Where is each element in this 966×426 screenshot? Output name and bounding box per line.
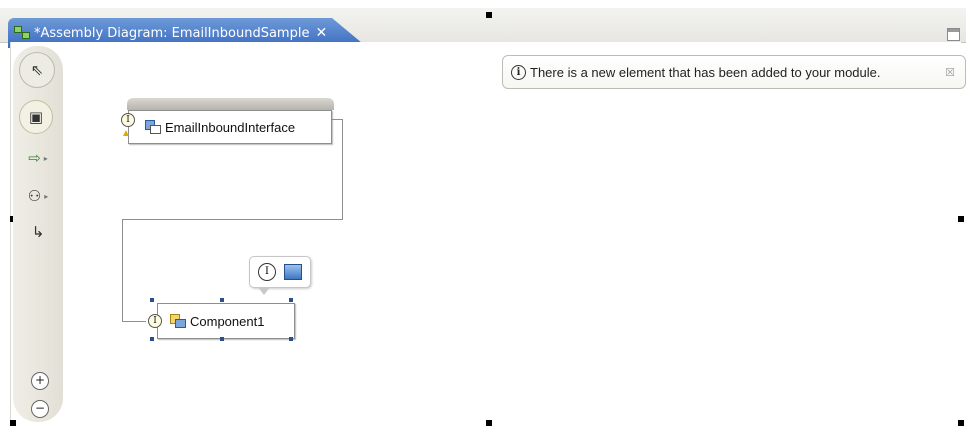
new-element-notification: i There is a new element that has been a… (502, 55, 966, 89)
export-icon (145, 120, 161, 134)
selection-handle[interactable] (220, 298, 224, 302)
zoom-out-icon[interactable]: − (31, 400, 49, 418)
notification-text: There is a new element that has been add… (530, 64, 881, 80)
component-glyph: ▣ (28, 108, 44, 126)
assembly-editor: *Assembly Diagram: EmailInboundSample ✕ … (0, 0, 966, 426)
resize-handle-bottom-left[interactable] (10, 420, 16, 426)
process-tools-drawer-icon[interactable]: ⚇ ▸ (19, 182, 57, 210)
close-notification-icon[interactable]: ☒ (945, 66, 955, 79)
drawer-arrow-icon: ▸ (44, 191, 49, 201)
process-glyph: ⚇ (27, 187, 42, 205)
export-header-bar (127, 98, 334, 110)
export-label: EmailInboundInterface (165, 119, 296, 135)
component-label: Component1 (190, 313, 265, 329)
warning-icon: ▲ (121, 128, 131, 139)
wire-segment (122, 219, 343, 220)
component1-element[interactable]: I Component1 (148, 303, 295, 339)
selection-handle[interactable] (289, 298, 293, 302)
component-hover-toolbar: I (249, 256, 311, 295)
selection-handle[interactable] (289, 337, 293, 341)
components-drawer-icon[interactable]: ▣ (19, 100, 53, 134)
palette: ⇖ ▣ ⇨ ▸ ⚇ ▸ ↳ + − (13, 46, 63, 422)
wiring-glyph: ↳ (31, 223, 45, 241)
imports-exports-drawer-icon[interactable]: ⇨ ▸ (19, 144, 57, 172)
tab-title: *Assembly Diagram: EmailInboundSample (34, 25, 310, 41)
resize-handle-right[interactable] (958, 216, 964, 222)
wire-segment (122, 321, 146, 322)
editor-tab-bar: *Assembly Diagram: EmailInboundSample ✕ (0, 8, 966, 48)
resize-handle-bottom-right[interactable] (958, 420, 964, 426)
zoom-in-icon[interactable]: + (31, 372, 49, 390)
add-reference-icon[interactable] (284, 264, 302, 280)
assembly-diagram-icon (14, 26, 30, 40)
drawer-arrow-icon: ▸ (43, 153, 48, 163)
component-icon (170, 314, 186, 328)
wire-segment (342, 119, 343, 219)
wiring-tool-icon[interactable]: ↳ (19, 218, 57, 246)
add-interface-icon[interactable]: I (258, 263, 276, 281)
maximize-icon[interactable] (947, 28, 960, 41)
selection-handle[interactable] (150, 337, 154, 341)
interface-icon[interactable]: I (121, 113, 135, 127)
wire-segment (122, 219, 123, 321)
resize-handle-top[interactable] (486, 12, 492, 18)
info-icon: i (511, 64, 526, 80)
selection-handle[interactable] (220, 337, 224, 341)
import-export-glyph: ⇨ (28, 149, 41, 167)
resize-handle-bottom[interactable] (486, 420, 492, 426)
wire-segment (332, 119, 342, 120)
export-email-inbound-interface[interactable]: I ▲ EmailInboundInterface (121, 110, 332, 144)
component-interface-icon[interactable]: I (148, 314, 162, 328)
close-tab-icon[interactable]: ✕ (315, 25, 327, 41)
selection-handle[interactable] (150, 298, 154, 302)
selection-tool-icon[interactable]: ⇖ (19, 52, 55, 88)
